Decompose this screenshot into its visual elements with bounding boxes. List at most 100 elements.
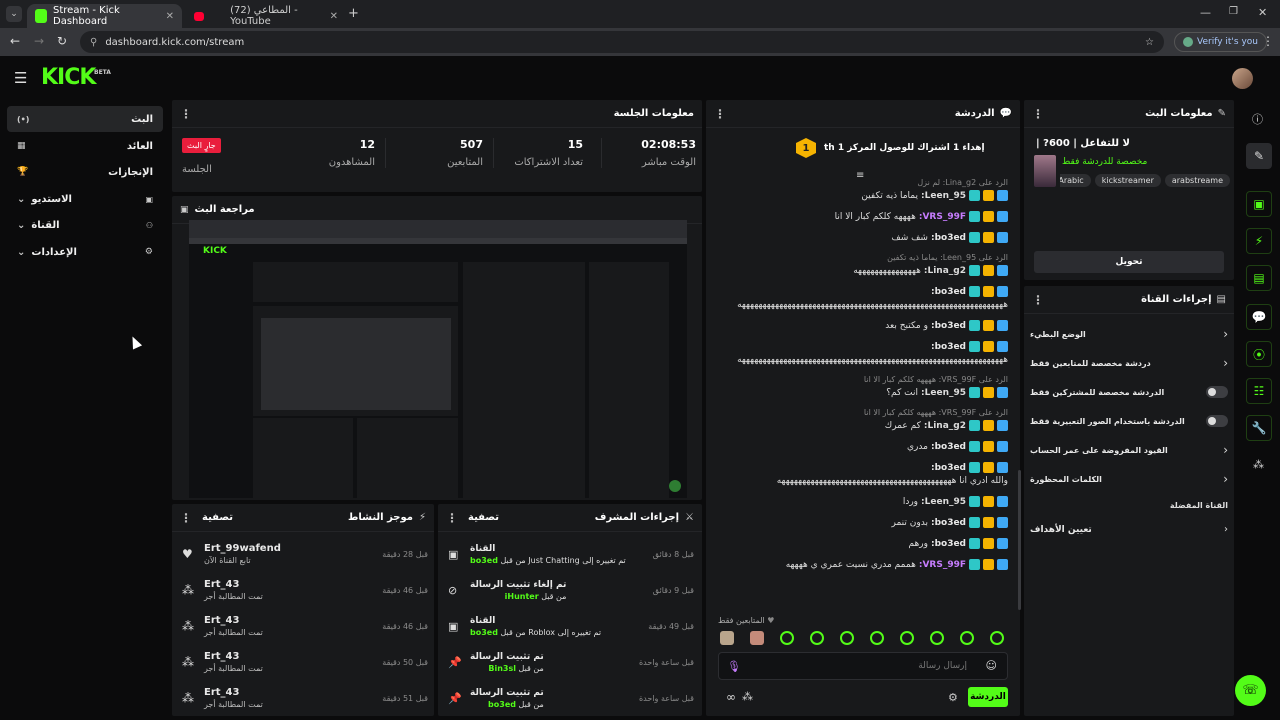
chat-message[interactable]: Lina_g2: كم عمرك: [718, 420, 1008, 431]
chat-username[interactable]: bo3ed:: [931, 539, 966, 549]
activity-user[interactable]: Ert_43: [204, 579, 263, 590]
chat-message[interactable]: bo3ed: ههههههههههههههههههههههههههههههههه…: [718, 286, 1008, 310]
chat-message[interactable]: Lina_g2: هههههههههههههههه: [718, 265, 1008, 276]
points-icon[interactable]: ⁂: [742, 690, 753, 703]
chat-username[interactable]: VRS_99F:: [919, 560, 966, 570]
set-goals-row[interactable]: تعيين الأهداف ›: [1030, 524, 1228, 535]
channel-action-row[interactable]: دردشة مخصصة للمتابعين فقط ›: [1030, 355, 1228, 371]
close-icon[interactable]: ✕: [330, 11, 338, 22]
clipboard-side-icon[interactable]: ▤: [1246, 265, 1272, 291]
bookmark-star-icon[interactable]: ☆: [1145, 37, 1154, 48]
emoji-icon[interactable]: ☺: [986, 659, 997, 672]
info-icon[interactable]: ⓘ: [1252, 111, 1263, 127]
tag[interactable]: arabstreame: [1164, 174, 1230, 187]
back-icon[interactable]: ←: [10, 34, 20, 48]
nav-item-revenue[interactable]: العائد ▦: [7, 133, 163, 159]
chat-scrollbar[interactable]: [1018, 470, 1021, 610]
more-options-icon[interactable]: ⋮: [446, 511, 458, 525]
verify-button[interactable]: Verify it's you: [1174, 32, 1267, 52]
emote-icon[interactable]: [870, 631, 884, 645]
tab-youtube[interactable]: (72) المطاعي - YouTube ✕: [186, 4, 346, 28]
activity-user[interactable]: Ert_43: [204, 651, 263, 662]
emote-icon[interactable]: [960, 631, 974, 645]
filter-button[interactable]: تصفية: [202, 512, 233, 523]
mod-action-user[interactable]: iHunter: [505, 592, 539, 601]
tab-search-icon[interactable]: ⌄: [6, 6, 22, 22]
emote-icon[interactable]: [930, 631, 944, 645]
activity-user[interactable]: Ert_43: [204, 615, 263, 626]
chat-message[interactable]: bo3ed: ورهم: [718, 538, 1008, 549]
support-chat-button[interactable]: ☏: [1235, 675, 1266, 706]
site-info-icon[interactable]: ⚲: [90, 37, 97, 48]
filter-button[interactable]: تصفية: [468, 512, 499, 523]
tag[interactable]: kickstreamer: [1094, 174, 1161, 187]
emote-icon[interactable]: [990, 631, 1004, 645]
mod-action-user[interactable]: bo3ed: [470, 556, 498, 565]
chat-username[interactable]: bo3ed:: [931, 321, 966, 331]
address-bar[interactable]: ⚲ dashboard.kick.com/stream ☆: [80, 31, 1164, 53]
channel-action-row[interactable]: الكلمات المحظورة ›: [1030, 471, 1228, 487]
activity-user[interactable]: Ert_43: [204, 687, 263, 698]
chat-message[interactable]: Leen_95: وردا: [718, 496, 1008, 507]
channel-action-row[interactable]: القيود المفروضة على عمر الحساب ›: [1030, 442, 1228, 458]
chat-username[interactable]: Lina_g2:: [924, 421, 966, 431]
channel-action-row[interactable]: الدردشة باستخدام الصور التعبيرية فقط: [1030, 413, 1228, 429]
chat-message[interactable]: Leen_95: انت كم؟: [718, 387, 1008, 398]
category-name[interactable]: مخصصة للدردشة فقط: [1062, 157, 1147, 167]
bolt-side-icon[interactable]: ⚡: [1246, 228, 1272, 254]
chat-message[interactable]: bo3ed: مدري: [718, 441, 1008, 452]
pencil-icon[interactable]: ✎: [1246, 143, 1272, 169]
emote-icon[interactable]: [840, 631, 854, 645]
nav-item-channel[interactable]: ⚇ القناة ⌄: [7, 212, 163, 238]
hamburger-icon[interactable]: ☰: [14, 69, 27, 87]
nav-item-settings[interactable]: ⚙ الإعدادات ⌄: [7, 239, 163, 265]
broadcast-side-icon[interactable]: ⦿: [1246, 341, 1272, 367]
avatar[interactable]: [1232, 68, 1253, 89]
gear-icon[interactable]: ⚙: [948, 691, 958, 704]
chat-side-icon[interactable]: 💬: [1246, 304, 1272, 330]
chat-message[interactable]: Leen_95: يماما ذيه تكفين: [718, 190, 1008, 201]
toggle-switch[interactable]: [1206, 386, 1228, 398]
emote-icon[interactable]: [720, 631, 734, 645]
more-options-icon[interactable]: ⋮: [1032, 293, 1044, 307]
chat-message[interactable]: VRS_99F: ههههه كلكم كبار الا انا: [718, 211, 1008, 222]
points-side-icon[interactable]: ⁂: [1253, 458, 1264, 471]
more-options-icon[interactable]: ⋮: [180, 511, 192, 525]
layout-side-icon[interactable]: ☷: [1246, 378, 1272, 404]
tag[interactable]: Arabic: [1060, 174, 1091, 187]
chat-username[interactable]: Leen_95:: [921, 388, 966, 398]
reload-icon[interactable]: ↻: [57, 34, 67, 48]
studio-side-icon[interactable]: ▣: [1246, 191, 1272, 217]
chat-message[interactable]: bo3ed: ههههههههههههههههههههههههههههههههه…: [718, 341, 1008, 365]
toggle-switch[interactable]: [1206, 415, 1228, 427]
chat-username[interactable]: bo3ed:: [931, 233, 966, 243]
chat-message[interactable]: VRS_99F: هممم مدري نسيت عمري ي ههههه: [718, 559, 1008, 570]
chat-username[interactable]: bo3ed:: [931, 287, 966, 297]
emote-icon[interactable]: [900, 631, 914, 645]
tab-kick-dashboard[interactable]: Stream - Kick Dashboard ✕: [27, 4, 182, 28]
emote-icon[interactable]: [780, 631, 794, 645]
chat-username[interactable]: VRS_99F:: [919, 212, 966, 222]
chat-input[interactable]: 🎙 إرسال رسالة ☺: [718, 652, 1008, 680]
sub-goal-banner[interactable]: إهداء 1 اشتراك للوصول المركز 1 th 1: [796, 138, 985, 158]
chat-username[interactable]: Leen_95:: [921, 497, 966, 507]
channel-action-row[interactable]: الوضع البطيء ›: [1030, 326, 1228, 342]
stream-preview-video[interactable]: KICK: [189, 220, 687, 498]
edit-stream-button[interactable]: تحويل: [1034, 251, 1224, 273]
chat-send-button[interactable]: الدردشة: [968, 687, 1008, 707]
menu-icon[interactable]: ⋮: [1262, 34, 1274, 48]
infinity-icon[interactable]: ∞: [726, 690, 736, 704]
chat-message[interactable]: bo3ed: بدون تنمر: [718, 517, 1008, 528]
more-options-icon[interactable]: ⋮: [1032, 107, 1044, 121]
mod-action-user[interactable]: bo3ed: [488, 700, 516, 709]
forward-icon[interactable]: →: [34, 34, 44, 48]
chat-username[interactable]: bo3ed:: [931, 342, 966, 352]
chat-message[interactable]: bo3ed: والله ادري انا هههههههههههههههههه…: [718, 462, 1008, 486]
close-icon[interactable]: ✕: [166, 11, 174, 22]
new-tab-icon[interactable]: +: [348, 6, 359, 21]
channel-action-row[interactable]: الدردشة مخصصة للمشتركين فقط: [1030, 384, 1228, 400]
mod-action-user[interactable]: bo3ed: [470, 628, 498, 637]
chat-username[interactable]: bo3ed:: [931, 463, 966, 473]
chat-username[interactable]: bo3ed:: [931, 518, 966, 528]
minimize-icon[interactable]: —: [1200, 6, 1211, 19]
